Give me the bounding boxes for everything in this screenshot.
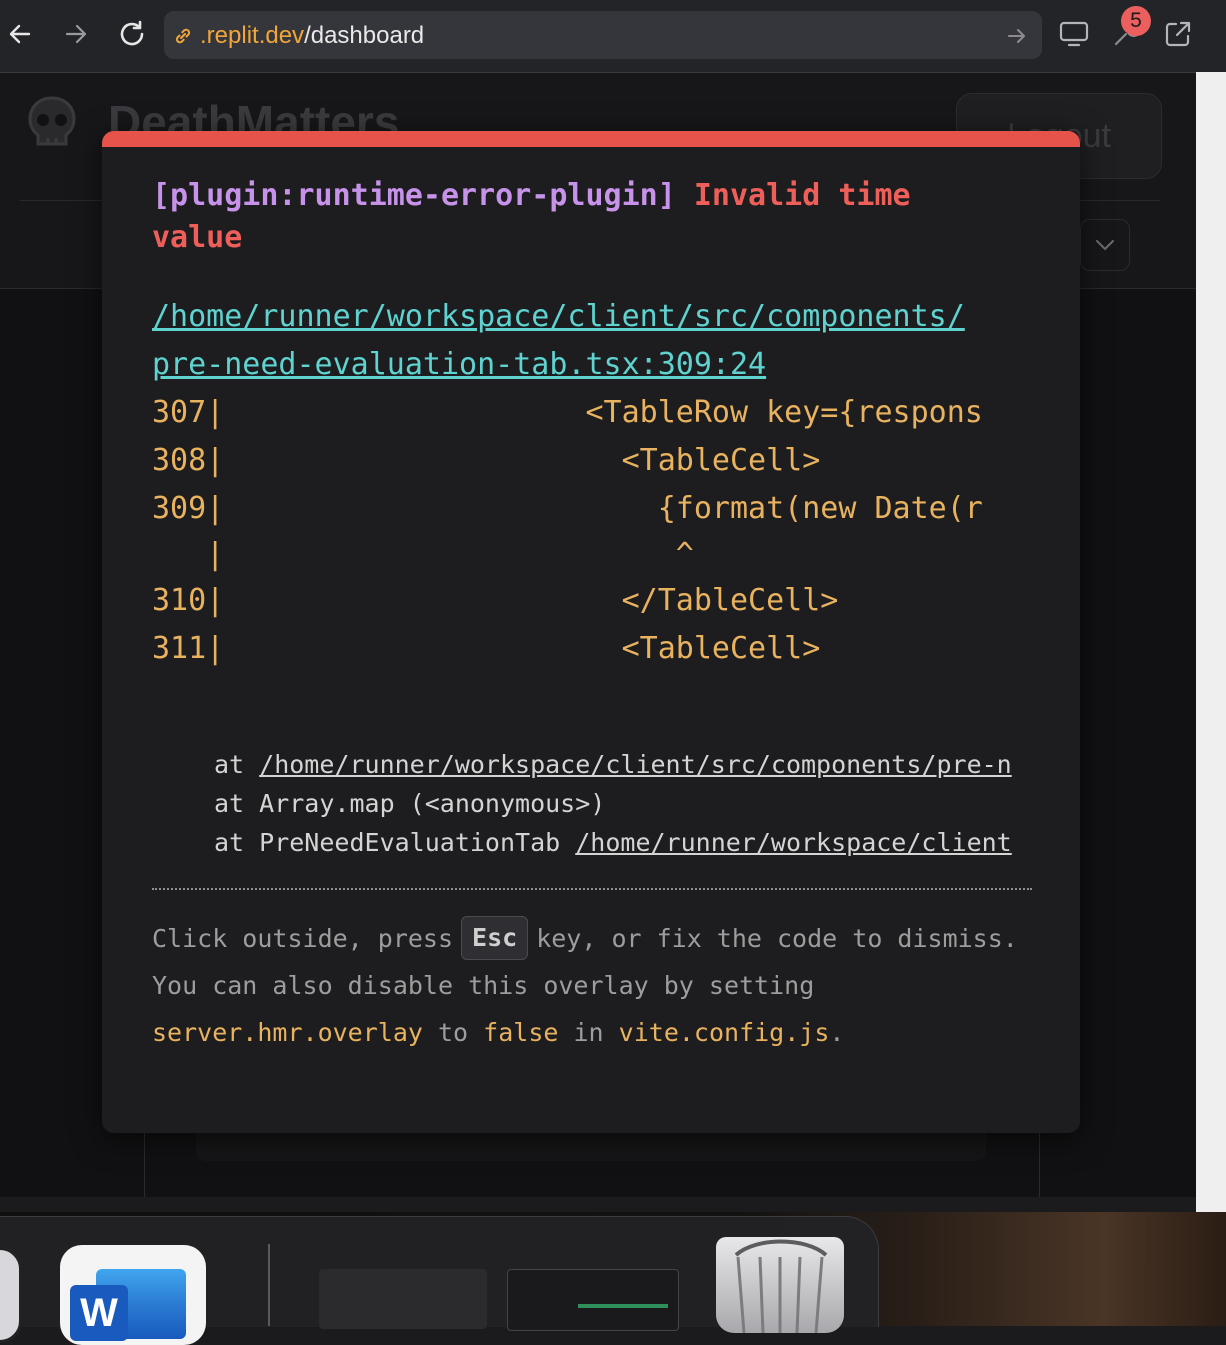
overlay-tip: Click outside, press Esc key, or fix the c… [152, 915, 1032, 1056]
thumbnail-content [578, 1304, 668, 1308]
code-line: 311| <TableCell> [152, 631, 821, 666]
devices-button[interactable] [1054, 14, 1094, 54]
code-caret-line: | ^ [152, 537, 694, 572]
stack-frame: at Array.map (<anonymous>) [214, 784, 1032, 823]
config-code: false [483, 1018, 559, 1047]
error-file-location: pre-need-evaluation-tab.tsx:309:24 [152, 347, 767, 382]
address-bar[interactable]: .replit.dev/dashboard [164, 11, 1042, 59]
code-line: 308| <TableCell> [152, 443, 821, 478]
stack-frame-text: at PreNeedEvaluationTab [214, 828, 576, 857]
tip-text: key, or fix the code to dismiss. [536, 924, 1018, 953]
error-overlay[interactable]: [plugin:runtime-error-plugin] Invalid ti… [102, 131, 1080, 1133]
link-icon [175, 28, 191, 44]
esc-key-hint: Esc [461, 916, 529, 960]
open-external-button[interactable] [1158, 14, 1198, 54]
external-link-icon [1165, 21, 1191, 47]
error-file-link[interactable]: /home/runner/workspace/client/src/compon… [152, 293, 1032, 389]
dock-app-partial[interactable] [0, 1247, 22, 1343]
tip-text: . [829, 1018, 845, 1047]
tip-text: Click outside, press [152, 924, 454, 953]
window-edge [1196, 72, 1226, 1212]
url-text: .replit.dev/dashboard [200, 22, 424, 50]
reload-button[interactable] [112, 14, 152, 54]
dock-separator [268, 1244, 270, 1326]
forward-button[interactable] [56, 14, 96, 54]
config-code: vite.config.js [618, 1018, 830, 1047]
arrow-right-icon [65, 24, 87, 44]
error-file-path: /home/runner/workspace/client/src/compon… [152, 299, 965, 334]
url-host: .replit.dev [200, 22, 305, 49]
stack-frame-text: at Array.map (<anonymous>) [214, 789, 606, 818]
skull-logo-icon [28, 96, 76, 146]
code-frame: 307| <TableRow key={respons 308| <TableC… [152, 389, 1032, 679]
dock-app-word[interactable]: W [60, 1245, 206, 1345]
tip-text: to [438, 1018, 469, 1047]
arrow-left-icon [9, 24, 31, 44]
monitor-icon [1059, 21, 1089, 47]
error-message: [plugin:runtime-error-plugin] Invalid ti… [152, 175, 982, 259]
browser-toolbar: .replit.dev/dashboard 5 [0, 0, 1226, 73]
config-code: server.hmr.overlay [152, 1018, 423, 1047]
stack-frame-link[interactable]: /home/runner/workspace/client/src/compon… [259, 750, 1012, 779]
tip-text: You can also disable this overlay by set… [152, 971, 815, 1000]
dock: W [0, 1216, 879, 1345]
overlay-divider [152, 888, 1032, 890]
stack-frame: at /home/runner/workspace/client/src/com… [214, 745, 1032, 784]
error-overlay-top-bar [102, 131, 1080, 147]
stack-frame: at PreNeedEvaluationTab /home/runner/wor… [214, 823, 1032, 862]
stack-frame-link[interactable]: /home/runner/workspace/client [575, 828, 1012, 857]
stack-trace: at /home/runner/workspace/client/src/com… [214, 745, 1032, 862]
go-arrow-icon[interactable] [1006, 25, 1028, 47]
url-path: /dashboard [304, 22, 425, 49]
chevron-down-icon [1096, 240, 1114, 251]
code-line: 307| <TableRow key={respons [152, 395, 983, 430]
word-letter: W [70, 1285, 128, 1341]
dock-window-thumbnail[interactable] [319, 1269, 487, 1329]
stack-frame-text: at [214, 750, 260, 779]
dock-trash[interactable] [716, 1237, 844, 1334]
trash-icon [734, 1239, 828, 1334]
code-line: 309| {format(new Date(r [152, 491, 983, 526]
back-button[interactable] [0, 14, 40, 54]
tip-text: in [573, 1018, 604, 1047]
notification-badge: 5 [1121, 6, 1151, 36]
dock-window-thumbnail[interactable] [507, 1269, 679, 1331]
select-dropdown[interactable] [1080, 219, 1130, 271]
code-line: 310| </TableCell> [152, 583, 839, 618]
reload-icon [120, 20, 144, 46]
error-plugin-name: [plugin:runtime-error-plugin] [152, 178, 676, 213]
